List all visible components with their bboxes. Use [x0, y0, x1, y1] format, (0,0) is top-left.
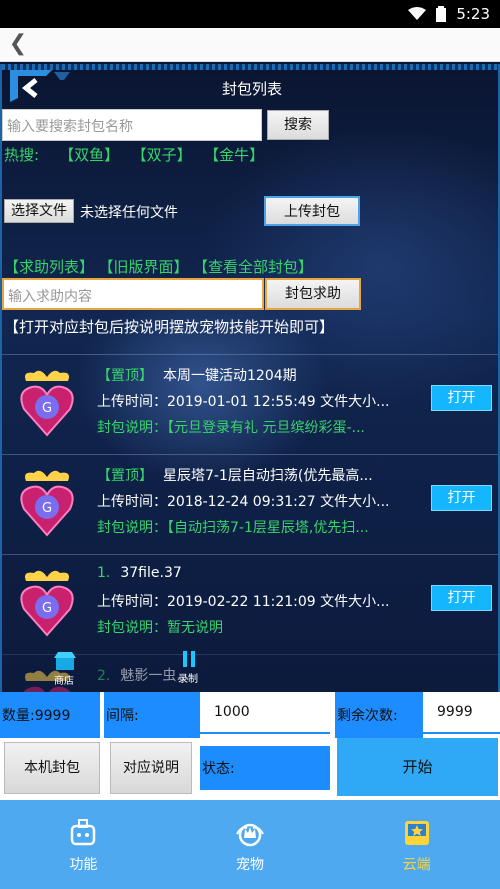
pause-icon[interactable]: [180, 650, 198, 668]
interval-input[interactable]: 1000: [200, 692, 330, 734]
cloud-star-icon: [404, 821, 429, 845]
tab-function[interactable]: 功能: [0, 800, 167, 889]
svg-text:G: G: [42, 501, 52, 516]
svg-text:G: G: [42, 601, 52, 616]
hot-item-pisces[interactable]: 【双鱼】: [59, 146, 119, 164]
choose-file-button[interactable]: 选择文件: [4, 199, 74, 223]
hot-search-row: 热搜: 【双鱼】 【双子】 【金牛】: [4, 144, 284, 165]
hot-item-taurus[interactable]: 【金牛】: [212, 146, 265, 164]
status-label: 状态:: [200, 746, 330, 790]
old-ui-link[interactable]: 【旧版界面】: [106, 258, 189, 276]
open-button[interactable]: 打开: [431, 585, 492, 611]
control-panel: 数量:9999 间隔: 1000 剩余次数: 9999 本机封包 对应说明 状态…: [0, 692, 500, 800]
pin-tag: 1.: [97, 565, 111, 581]
package-description: 封包说明：【元旦登录有礼 元旦缤纷彩蛋-...: [97, 420, 365, 436]
package-description: 封包说明：暂无说明: [97, 620, 223, 636]
search-input[interactable]: 输入要搜索封包名称: [2, 109, 262, 141]
hot-item-gemini[interactable]: 【双子】: [139, 146, 192, 164]
heart-badge-icon: G: [20, 370, 74, 437]
file-upload-row: 选择文件 未选择任何文件 上传封包: [2, 196, 498, 226]
pin-tag: 【置顶】: [97, 368, 153, 384]
robot-icon: [71, 819, 96, 846]
pin-tag: 2.: [97, 668, 111, 684]
bottom-tab-bar: 功能 宠物 云端: [0, 800, 500, 889]
wifi-icon: [408, 7, 427, 20]
list-item[interactable]: 2. 魅影一虫...: [2, 654, 498, 692]
help-list-link[interactable]: 【求助列表】: [4, 258, 94, 276]
list-item[interactable]: G 1. 37file.37 上传时间：2019-02-22 11:21:09 文…: [2, 554, 498, 648]
pin-tag: 【置顶】: [97, 468, 153, 484]
nav-bar: ❮: [0, 28, 500, 62]
package-title: 2. 魅影一虫...: [97, 665, 190, 685]
remaining-input[interactable]: 9999: [423, 692, 500, 734]
upload-button[interactable]: 上传封包: [264, 196, 360, 226]
file-status: 未选择任何文件: [80, 205, 178, 221]
tab-label: 功能: [69, 857, 98, 873]
back-arrow-icon[interactable]: ❮: [6, 33, 30, 57]
package-upload-info: 上传时间：2019-01-01 12:55:49 文件大小...: [97, 394, 390, 410]
count-label: 数量:9999: [0, 692, 100, 738]
open-button[interactable]: 打开: [431, 485, 492, 511]
status-bar: 5:23: [0, 0, 500, 28]
status-time: 5:23: [456, 5, 490, 23]
help-input[interactable]: 输入求助内容: [2, 278, 264, 310]
tab-label: 宠物: [236, 857, 264, 873]
search-button[interactable]: 搜索: [267, 110, 329, 140]
link-row: 【求助列表】 【旧版界面】 【查看全部封包】: [4, 256, 325, 277]
package-name: 星辰塔7-1层自动扫荡(优先最高...: [163, 468, 373, 484]
page-title: 封包列表: [221, 80, 282, 98]
store-icon[interactable]: [54, 652, 76, 670]
package-title: 1. 37file.37: [97, 565, 182, 581]
tab-pet[interactable]: 宠物: [167, 800, 334, 889]
remaining-label: 剩余次数:: [335, 692, 423, 738]
svg-text:G: G: [42, 401, 52, 416]
package-upload-info: 上传时间：2018-12-24 09:31:27 文件大小...: [97, 494, 390, 510]
package-description: 封包说明：【自动扫荡7-1层星辰塔,优先扫...: [97, 520, 369, 536]
pet-crown-icon: [236, 823, 264, 847]
local-package-button[interactable]: 本机封包: [4, 742, 100, 794]
store-label: 商店: [54, 676, 74, 687]
all-packages-link[interactable]: 【查看全部封包】: [201, 258, 314, 276]
package-title: 【置顶】 星辰塔7-1层自动扫荡(优先最高...: [97, 465, 373, 485]
start-button[interactable]: 开始: [337, 738, 498, 796]
pause-label: 录制: [178, 674, 198, 685]
notice-text: 【打开对应封包后按说明摆放宠物技能开始即可】: [4, 318, 335, 336]
battery-icon: [436, 6, 447, 22]
package-list-page: 封包列表 输入要搜索封包名称 搜索 热搜: 【双鱼】 【双子】 【金牛】 选择文件 未…: [0, 64, 500, 692]
guide-button[interactable]: 对应说明: [110, 742, 192, 794]
tab-cloud[interactable]: 云端: [333, 800, 500, 889]
interval-label: 间隔:: [104, 692, 200, 738]
package-name: 37file.37: [120, 565, 182, 581]
package-title: 【置顶】 本周一键活动1204期: [97, 365, 297, 385]
help-button[interactable]: 封包求助: [265, 278, 361, 310]
package-name: 本周一键活动1204期: [163, 368, 297, 384]
decor-stripe: [2, 64, 498, 70]
package-upload-info: 上传时间：2019-02-22 11:21:09 文件大小...: [97, 594, 390, 610]
open-button[interactable]: 打开: [431, 385, 492, 411]
hot-search-label: 热搜:: [4, 146, 40, 164]
list-item[interactable]: G 【置顶】 星辰塔7-1层自动扫荡(优先最高... 上传时间：2018-12-2…: [2, 454, 498, 548]
list-item[interactable]: G 【置顶】 本周一键活动1204期 上传时间：2019-01-01 12:55:…: [2, 354, 498, 448]
tab-label: 云端: [402, 857, 431, 873]
heart-badge-icon: G: [20, 570, 74, 637]
heart-badge-icon: G: [20, 470, 74, 537]
